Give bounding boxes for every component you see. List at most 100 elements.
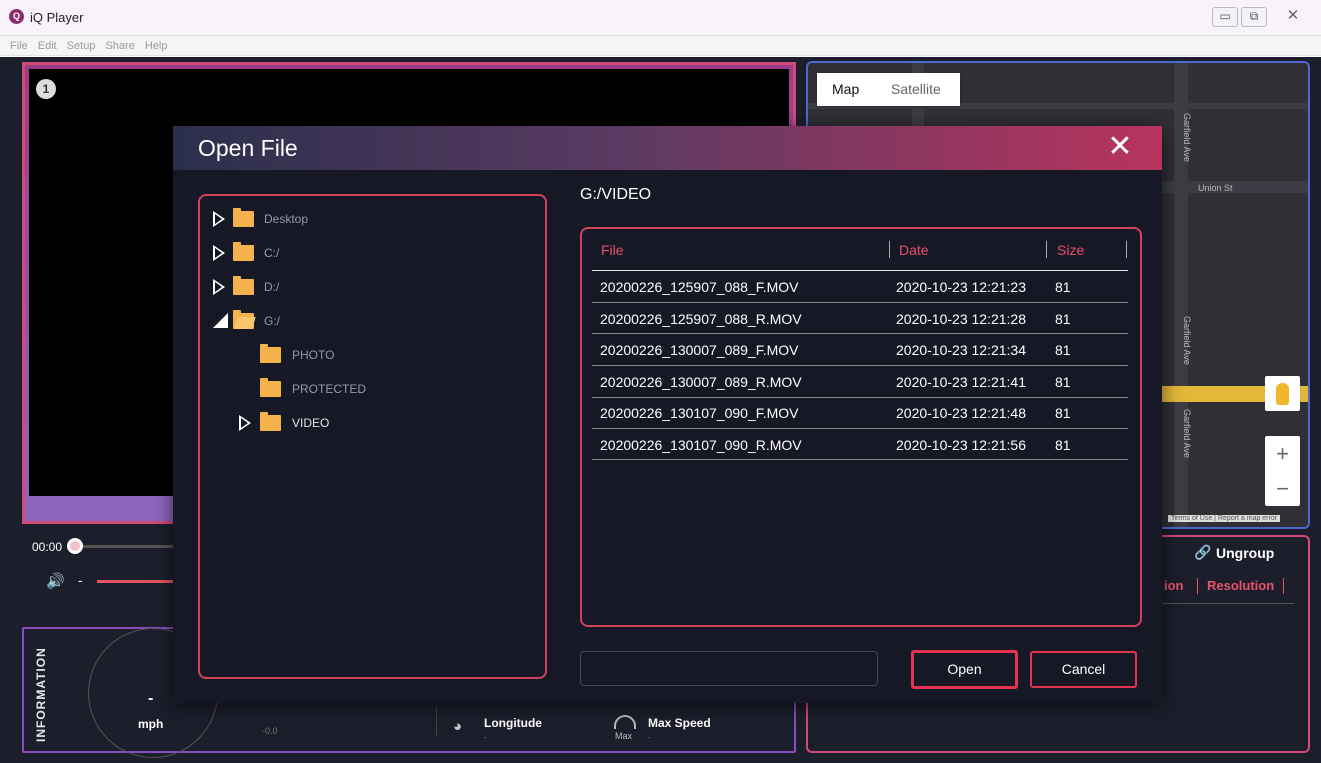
filename-input[interactable] <box>580 651 878 686</box>
zoom-in-button[interactable]: + <box>1265 436 1300 471</box>
playback-time: 00:00 <box>32 540 63 554</box>
street-label: Garfield Ave <box>1182 113 1192 162</box>
file-name-cell: 20200226_130107_090_F.MOV <box>600 405 799 421</box>
file-date-cell: 2020-10-23 12:21:28 <box>896 311 1026 327</box>
file-size-cell: 81 <box>1055 405 1071 421</box>
max-speed-value: - <box>648 733 651 742</box>
link-icon: 🔗 <box>1194 544 1212 560</box>
column-separator[interactable] <box>889 241 890 258</box>
info-divider <box>436 706 437 736</box>
column-header-resolution[interactable]: Resolution <box>1207 578 1274 593</box>
folder-icon <box>233 242 254 261</box>
header-divider <box>592 270 1128 271</box>
tree-item-label: VIDEO <box>292 416 330 430</box>
current-path: G:/VIDEO <box>580 186 652 203</box>
speed-unit: mph <box>138 717 164 731</box>
menu-share[interactable]: Share <box>105 36 134 56</box>
seek-handle[interactable] <box>67 538 83 554</box>
folder-icon <box>260 344 281 363</box>
tree-item-label: G:/ <box>264 314 281 328</box>
file-name-cell: 20200226_130007_089_R.MOV <box>600 374 802 390</box>
tree-item-label: D:/ <box>264 280 280 294</box>
row-divider <box>592 397 1128 398</box>
camera-badge: 1 <box>36 79 56 99</box>
file-date-cell: 2020-10-23 12:21:48 <box>896 405 1026 421</box>
ungroup-button[interactable]: Ungroup <box>1216 545 1274 561</box>
folder-tree <box>198 194 547 679</box>
max-icon-label: Max <box>615 731 633 741</box>
column-header-size[interactable]: Size <box>1057 242 1084 258</box>
app-title: iQ Player <box>30 10 84 25</box>
row-divider <box>592 302 1128 303</box>
window-close-button[interactable]: ✕ <box>1280 7 1306 27</box>
dialog-close-button[interactable]: ✕ <box>1103 130 1137 164</box>
street-label: Garfield Ave <box>1182 316 1192 365</box>
column-separator <box>1197 578 1198 594</box>
longitude-label: Longitude <box>484 716 542 730</box>
row-divider <box>592 459 1128 460</box>
seek-bar[interactable] <box>83 545 183 548</box>
row-divider <box>592 428 1128 429</box>
folder-icon <box>233 208 254 227</box>
file-name-cell: 20200226_130107_090_R.MOV <box>600 437 802 453</box>
tree-item-photo[interactable]: PHOTO <box>260 344 420 365</box>
speed-value: - <box>148 690 154 707</box>
column-header-file[interactable]: File <box>601 242 624 258</box>
expand-caret-icon[interactable] <box>213 279 225 295</box>
tree-item-g-drive[interactable]: G:/ <box>213 310 373 331</box>
folder-icon <box>233 276 254 295</box>
tree-item-label: C:/ <box>264 246 280 260</box>
file-size-cell: 81 <box>1055 342 1071 358</box>
menu-edit[interactable]: Edit <box>38 36 57 56</box>
globe-icon: ◕ <box>453 718 463 735</box>
column-separator[interactable] <box>1046 241 1047 258</box>
column-header-partial[interactable]: ion <box>1164 578 1184 593</box>
file-size-cell: 81 <box>1055 437 1071 453</box>
longitude-value: - <box>484 733 487 742</box>
menu-bar: File Edit Setup Share Help <box>0 36 1321 56</box>
tree-item-label: Desktop <box>264 212 309 226</box>
tree-item-video[interactable]: VIDEO <box>239 412 399 433</box>
row-divider <box>592 333 1128 334</box>
small-readout: -0.0 <box>262 726 278 736</box>
tree-item-label: PROTECTED <box>292 382 367 396</box>
file-date-cell: 2020-10-23 12:21:34 <box>896 342 1026 358</box>
tab-satellite[interactable]: Satellite <box>891 73 941 106</box>
column-header-date[interactable]: Date <box>899 242 929 258</box>
expand-caret-icon[interactable] <box>239 415 251 431</box>
column-separator[interactable] <box>1126 241 1127 258</box>
open-folder-icon <box>233 310 254 329</box>
collapse-caret-icon[interactable] <box>213 313 228 328</box>
minimize-button[interactable]: ▭ <box>1212 7 1238 27</box>
menu-setup[interactable]: Setup <box>67 36 96 56</box>
file-date-cell: 2020-10-23 12:21:56 <box>896 437 1026 453</box>
header-divider <box>1160 603 1294 604</box>
zoom-out-button[interactable]: − <box>1265 471 1300 506</box>
street-label: Union St <box>1198 183 1233 193</box>
open-file-dialog: Open File ✕ Desktop C:/ D:/ G:/ PHOTO PR… <box>173 126 1162 703</box>
cancel-button[interactable]: Cancel <box>1030 651 1137 688</box>
tab-map[interactable]: Map <box>832 73 859 106</box>
maximize-button[interactable]: ⧉ <box>1241 7 1267 27</box>
tree-item-c-drive[interactable]: C:/ <box>213 242 373 263</box>
dialog-title: Open File <box>198 135 298 161</box>
expand-caret-icon[interactable] <box>213 211 225 227</box>
row-divider <box>592 365 1128 366</box>
file-date-cell: 2020-10-23 12:21:41 <box>896 374 1026 390</box>
map-footer[interactable]: Terms of Use | Report a map error <box>1168 515 1281 522</box>
street-label: Garfield Ave <box>1182 409 1192 458</box>
file-date-cell: 2020-10-23 12:21:23 <box>896 279 1026 295</box>
speaker-icon[interactable]: 🔊 <box>46 572 65 590</box>
tree-item-desktop[interactable]: Desktop <box>213 208 373 229</box>
tree-item-d-drive[interactable]: D:/ <box>213 276 373 297</box>
expand-caret-icon[interactable] <box>213 245 225 261</box>
folder-icon <box>260 378 281 397</box>
map-type-tabs: Map Satellite <box>817 73 960 106</box>
menu-file[interactable]: File <box>10 36 28 56</box>
max-speed-label: Max Speed <box>648 716 711 730</box>
open-button[interactable]: Open <box>911 650 1018 689</box>
file-name-cell: 20200226_130007_089_F.MOV <box>600 342 799 358</box>
title-bar: Q iQ Player ▭ ⧉ ✕ <box>0 0 1321 36</box>
tree-item-protected[interactable]: PROTECTED <box>260 378 420 399</box>
menu-help[interactable]: Help <box>145 36 168 56</box>
